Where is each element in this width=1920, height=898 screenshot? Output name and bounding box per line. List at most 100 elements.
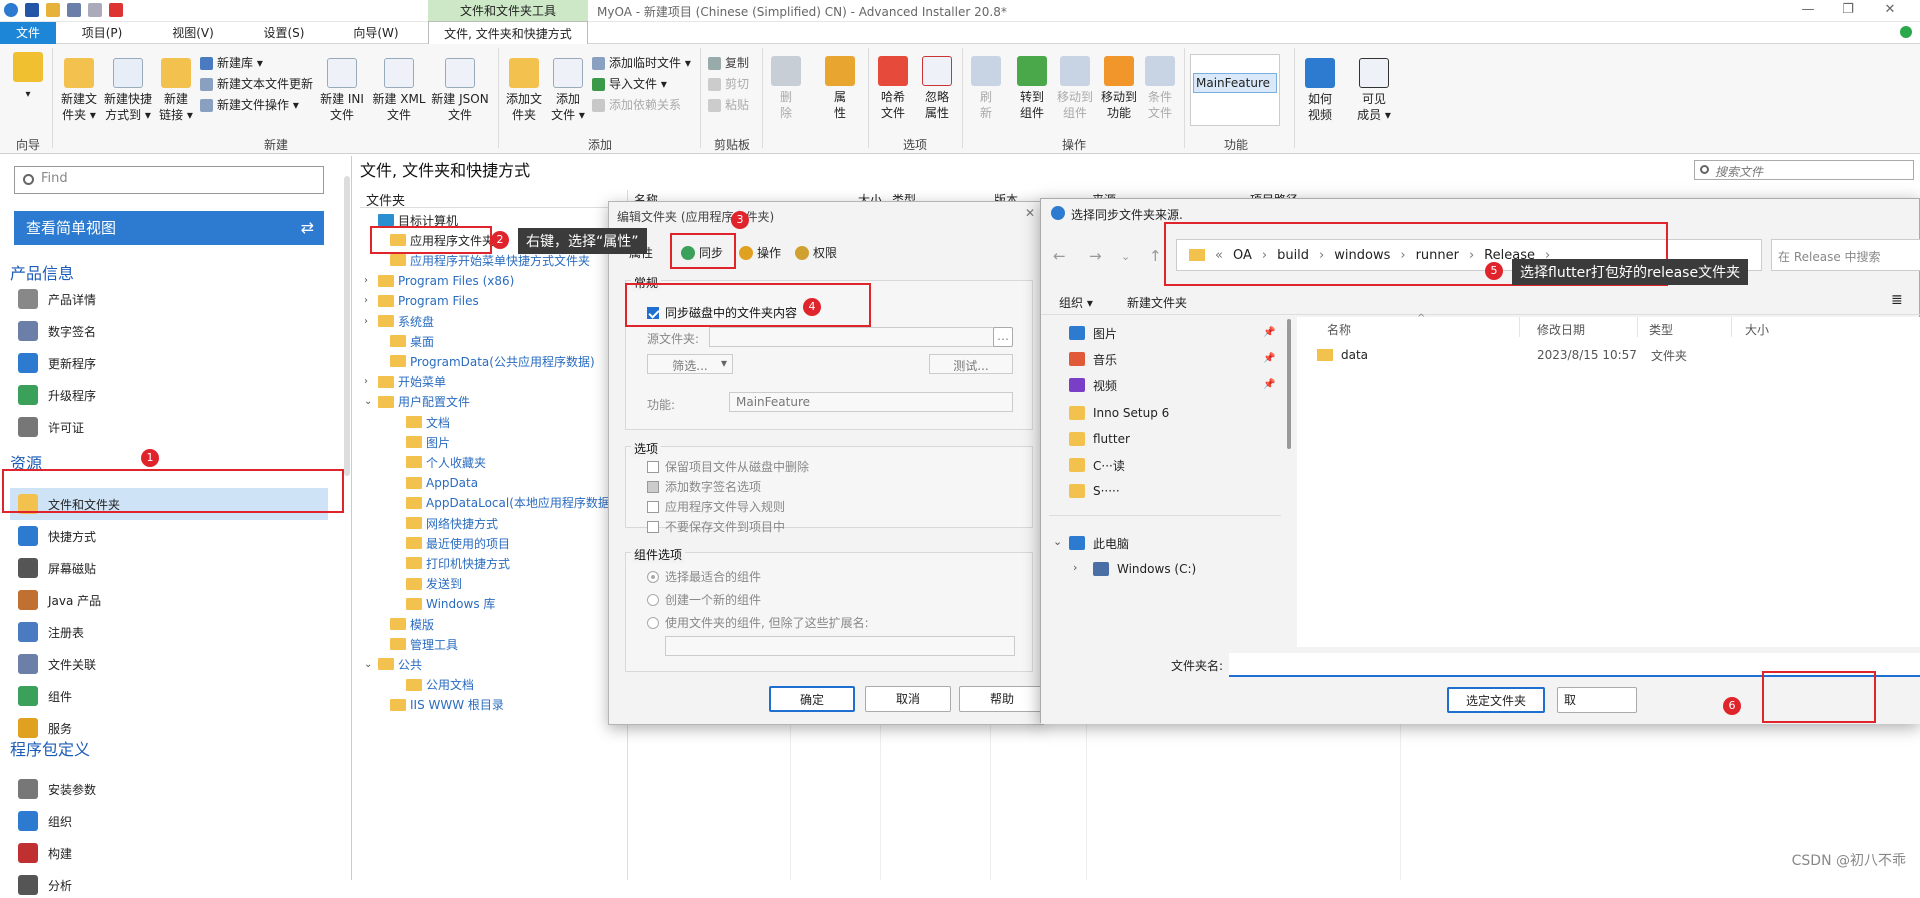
pin-icon[interactable]: 📌 bbox=[1263, 327, 1275, 338]
cancel-button[interactable]: 取消 bbox=[865, 686, 951, 712]
new-shortcut-button[interactable]: 新建快捷 方式到 ▾ bbox=[102, 58, 154, 123]
chevron-down-icon[interactable]: ⌄ bbox=[1121, 250, 1130, 263]
new-folder-button[interactable]: 新建文件夹 bbox=[1127, 294, 1187, 311]
search-files-input[interactable]: 搜索文件 bbox=[1694, 160, 1914, 180]
copy-button[interactable]: 复制 bbox=[708, 54, 749, 72]
hash-file-button[interactable]: 哈希 文件 bbox=[874, 56, 912, 121]
run-icon[interactable] bbox=[88, 3, 102, 17]
expand-chevron-icon[interactable]: › bbox=[364, 316, 374, 327]
how-to-video-button[interactable]: 如何 视频 bbox=[1300, 58, 1340, 123]
tab-project[interactable]: 项目(P) bbox=[64, 22, 140, 44]
tab-file[interactable]: 文件 bbox=[0, 22, 56, 44]
tree-node[interactable]: ProgramData(公共应用程序数据) bbox=[376, 351, 595, 371]
chevron-right-icon[interactable]: › bbox=[1073, 561, 1077, 574]
add-folder-button[interactable]: 添加文 件夹 bbox=[504, 58, 544, 123]
sidebar-item[interactable]: 安装参数 bbox=[18, 776, 328, 802]
tree-node[interactable]: 网络快捷方式 bbox=[392, 513, 498, 533]
select-folder-button[interactable]: 选定文件夹 bbox=[1447, 687, 1545, 713]
tree-node[interactable]: 管理工具 bbox=[376, 634, 458, 654]
new-text-update-button[interactable]: 新建文本文件更新 bbox=[200, 75, 313, 93]
new-json-button[interactable]: 新建 JSON 文件 bbox=[430, 58, 490, 123]
pin-icon[interactable]: 📌 bbox=[1263, 353, 1275, 364]
back-icon[interactable]: ← bbox=[1053, 247, 1066, 265]
organize-button[interactable]: 组织 ▾ bbox=[1059, 294, 1093, 311]
tree-node[interactable]: ⌄ 用户配置文件 bbox=[364, 392, 470, 412]
simple-view-button[interactable]: 查看简单视图 ⇄ bbox=[14, 211, 324, 245]
tab-wizard[interactable]: 向导(W) bbox=[338, 22, 414, 44]
radio-folder-component[interactable]: 使用文件夹的组件, 但除了这些扩展名: bbox=[647, 614, 869, 631]
folder-search-input[interactable]: 在 Release 中搜索 bbox=[1771, 239, 1920, 271]
close-icon[interactable]: ✕ bbox=[1025, 206, 1035, 220]
save-icon[interactable] bbox=[25, 3, 39, 17]
cancel-button[interactable]: 取 bbox=[1557, 687, 1637, 713]
nav-item[interactable]: 音乐 bbox=[1069, 347, 1117, 371]
tree-node[interactable]: 桌面 bbox=[376, 331, 434, 351]
nav-item[interactable]: Inno Setup 6 bbox=[1069, 401, 1169, 425]
sidebar-item[interactable]: 数字签名 bbox=[18, 318, 328, 344]
tree-node[interactable]: 图片 bbox=[392, 432, 450, 452]
debug-icon[interactable] bbox=[109, 3, 123, 17]
nav-item[interactable]: flutter bbox=[1069, 427, 1130, 451]
nav-scrollbar[interactable] bbox=[1287, 319, 1291, 449]
add-dependency-button[interactable]: 添加依赖关系 bbox=[592, 96, 681, 114]
build-icon[interactable] bbox=[67, 3, 81, 17]
new-link-button[interactable]: 新建 链接 ▾ bbox=[158, 58, 194, 123]
import-rules-checkbox[interactable]: 应用程序文件导入规则 bbox=[647, 498, 785, 515]
new-ini-button[interactable]: 新建 INI 文件 bbox=[316, 58, 368, 123]
sidebar-item[interactable]: 快捷方式 bbox=[18, 523, 328, 549]
find-input[interactable]: Find bbox=[14, 166, 324, 194]
sidebar-item[interactable]: 升级程序 bbox=[18, 382, 328, 408]
browse-button[interactable]: … bbox=[993, 327, 1013, 347]
feature-item[interactable]: MainFeature bbox=[1193, 73, 1277, 93]
properties-button[interactable]: 属性 bbox=[822, 56, 858, 121]
tree-node[interactable]: › Program Files (x86) bbox=[364, 271, 514, 291]
expand-chevron-icon[interactable]: › bbox=[364, 376, 374, 387]
refresh-button[interactable]: 刷新 bbox=[968, 56, 1004, 121]
sidebar-item[interactable]: 许可证 bbox=[18, 414, 328, 440]
maximize-button[interactable]: ❐ bbox=[1838, 2, 1858, 17]
move-to-component-button[interactable]: 移动到 组件 bbox=[1054, 56, 1096, 121]
sidebar-item[interactable]: Java 产品 bbox=[18, 587, 328, 613]
new-folder-button[interactable]: 新建文 件夹 ▾ bbox=[58, 58, 100, 123]
minimize-button[interactable]: — bbox=[1798, 2, 1818, 17]
expand-chevron-icon[interactable]: › bbox=[364, 295, 374, 306]
ignore-attr-button[interactable]: 忽略 属性 bbox=[918, 56, 956, 121]
move-to-feature-button[interactable]: 移动到 功能 bbox=[1098, 56, 1140, 121]
test-button[interactable]: 测试... bbox=[929, 354, 1013, 374]
tree-node[interactable]: AppData bbox=[392, 473, 478, 493]
sidebar-item[interactable]: 分析 bbox=[18, 872, 328, 898]
feature-select[interactable]: MainFeature bbox=[729, 392, 1013, 412]
conditional-file-button[interactable]: 条件 文件 bbox=[1142, 56, 1178, 121]
sidebar-item[interactable]: 注册表 bbox=[18, 619, 328, 645]
expand-chevron-icon[interactable]: › bbox=[364, 275, 374, 286]
nav-item[interactable]: Windows (C:) bbox=[1093, 557, 1196, 581]
tree-node[interactable]: › Program Files bbox=[364, 291, 479, 311]
tab-settings[interactable]: 设置(S) bbox=[246, 22, 322, 44]
tree-node[interactable]: 模版 bbox=[376, 614, 434, 634]
sidebar-item[interactable]: 更新程序 bbox=[18, 350, 328, 376]
sidebar-item[interactable]: 文件关联 bbox=[18, 651, 328, 677]
nav-item[interactable]: 图片 bbox=[1069, 321, 1117, 345]
add-temp-file-button[interactable]: 添加临时文件 ▾ bbox=[592, 54, 691, 72]
up-icon[interactable]: ↑ bbox=[1149, 247, 1162, 265]
radio-new-component[interactable]: 创建一个新的组件 bbox=[647, 591, 761, 608]
radio-best-component[interactable]: 选择最适合的组件 bbox=[647, 568, 761, 585]
expand-chevron-icon[interactable]: ⌄ bbox=[364, 396, 374, 407]
add-file-button[interactable]: 添加 文件 ▾ bbox=[548, 58, 588, 123]
tree-node[interactable]: IIS WWW 根目录 bbox=[376, 695, 504, 715]
new-library-button[interactable]: 新建库 ▾ bbox=[200, 54, 263, 72]
digital-signature-checkbox[interactable]: 添加数字签名选项 bbox=[647, 478, 761, 495]
tab-view[interactable]: 视图(V) bbox=[155, 22, 231, 44]
tree-node[interactable]: 最近使用的项目 bbox=[392, 533, 510, 553]
left-scrollbar[interactable] bbox=[344, 176, 350, 476]
nav-item[interactable]: S····· bbox=[1069, 479, 1120, 503]
tree-node[interactable]: AppDataLocal(本地应用程序数据) bbox=[392, 493, 615, 513]
expand-chevron-icon[interactable]: ⌄ bbox=[364, 659, 374, 670]
new-xml-button[interactable]: 新建 XML 文件 bbox=[370, 58, 428, 123]
col-type[interactable]: 类型 bbox=[1649, 321, 1673, 338]
extensions-field[interactable] bbox=[665, 636, 1015, 656]
tree-node[interactable]: Windows 库 bbox=[392, 594, 495, 614]
nav-item[interactable]: 视频 bbox=[1069, 373, 1117, 397]
dont-save-files-checkbox[interactable]: 不要保存文件到项目中 bbox=[647, 518, 785, 535]
col-name[interactable]: 名称 bbox=[1327, 321, 1351, 338]
